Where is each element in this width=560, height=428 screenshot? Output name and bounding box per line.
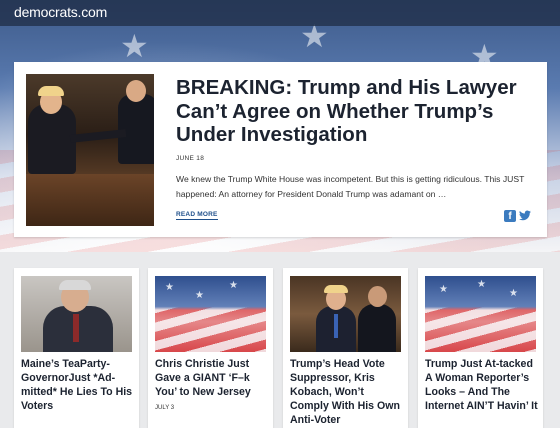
article-title-link[interactable]: Trump Just At-tacked A Woman Reporter’s … — [425, 357, 538, 413]
facebook-icon[interactable]: f — [504, 210, 516, 222]
site-logo[interactable]: democrats.com — [14, 4, 107, 20]
twitter-icon[interactable] — [519, 210, 531, 222]
featured-image[interactable] — [26, 74, 154, 226]
article-image[interactable]: ★ ★ ★ — [155, 276, 266, 352]
article-title-link[interactable]: Maine’s TeaParty-GovernorJust *Ad-mitted… — [21, 357, 134, 413]
article-image[interactable]: ★ ★ ★ — [425, 276, 536, 352]
article-date: JULY 3 — [155, 405, 175, 411]
featured-article[interactable]: BREAKING: Trump and His Lawyer Can’t Agr… — [14, 62, 547, 237]
featured-excerpt: We knew the Trump White House was incomp… — [176, 174, 525, 199]
article-card[interactable]: Maine’s TeaParty-GovernorJust *Ad-mitted… — [14, 268, 139, 428]
top-bar: democrats.com — [0, 0, 560, 26]
star-decoration: ★ — [120, 28, 149, 64]
article-image[interactable] — [290, 276, 401, 352]
read-more-link[interactable]: READ MORE — [176, 211, 218, 220]
article-title-link[interactable]: Trump’s Head Vote Suppressor, Kris Kobac… — [290, 357, 403, 427]
article-card[interactable]: ★ ★ ★ Trump Just At-tacked A Woman Repor… — [418, 268, 543, 428]
article-title-link[interactable]: Chris Christie Just Gave a GIANT ‘F–k Yo… — [155, 357, 268, 399]
article-card[interactable]: ★ ★ ★ Chris Christie Just Gave a GIANT ‘… — [148, 268, 273, 428]
featured-date: JUNE 18 — [176, 155, 205, 162]
article-image[interactable] — [21, 276, 132, 352]
featured-title-link[interactable]: BREAKING: Trump and His Lawyer Can’t Agr… — [176, 76, 538, 147]
article-card[interactable]: Trump’s Head Vote Suppressor, Kris Kobac… — [283, 268, 408, 428]
